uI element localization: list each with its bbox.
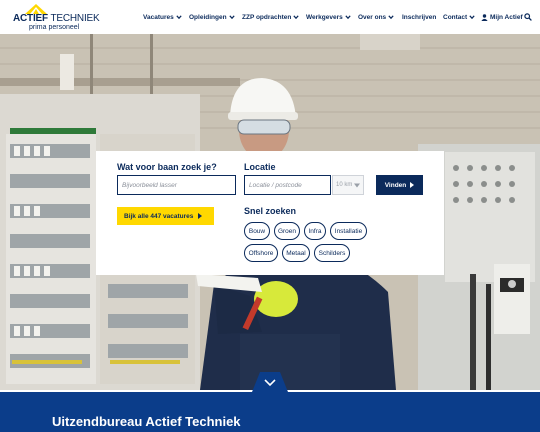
nav-item-zzp-opdrachten[interactable]: ZZP opdrachten <box>242 12 300 22</box>
find-button-label: Vinden <box>384 181 407 189</box>
quick-tag-offshore[interactable]: Offshore <box>244 244 278 262</box>
arrow-right-icon <box>410 182 415 188</box>
quick-tag-metaal[interactable]: Metaal <box>282 244 310 262</box>
arrow-right-icon <box>198 213 203 219</box>
location-input[interactable] <box>244 175 331 195</box>
header-search-button[interactable] <box>524 12 532 22</box>
site-header: ACTIEF TECHNIEK prima personeel Vacature… <box>0 0 540 34</box>
nav-item-over-ons[interactable]: Over ons <box>358 12 394 22</box>
quick-tag-installatie[interactable]: Installatie <box>330 222 367 240</box>
chevron-down-icon <box>176 14 182 20</box>
quick-tag-bouw[interactable]: Bouw <box>244 222 270 240</box>
logo[interactable]: ACTIEF TECHNIEK prima personeel <box>13 4 100 31</box>
radius-select[interactable]: 10 km <box>332 175 364 195</box>
nav-account-link[interactable]: Mijn Actief <box>481 12 523 22</box>
intro-banner: Uitzendbureau Actief Techniek <box>0 392 540 432</box>
nav-item-inschrijven[interactable]: Inschrijven <box>402 12 436 22</box>
location-heading: Locatie <box>244 162 276 172</box>
chevron-down-icon <box>354 183 361 187</box>
user-icon <box>481 13 488 21</box>
job-search-input[interactable] <box>117 175 236 195</box>
job-search-heading: Wat voor baan zoek je? <box>117 162 217 172</box>
chevron-down-icon <box>388 14 394 20</box>
logo-tagline: prima personeel <box>29 24 80 31</box>
hero-section: Wat voor baan zoek je? Locatie 10 km Vin… <box>0 34 540 390</box>
search-icon <box>524 13 532 21</box>
chevron-down-icon <box>345 14 351 20</box>
quick-tag-schilders[interactable]: Schilders <box>314 244 350 262</box>
logo-wordmark: ACTIEF TECHNIEK <box>13 13 100 24</box>
quick-search-heading: Snel zoeken <box>244 206 297 216</box>
quick-tag-groen[interactable]: Groen <box>274 222 300 240</box>
scroll-down-button[interactable] <box>252 372 288 392</box>
chevron-down-icon <box>228 14 235 20</box>
view-all-jobs-label: Bijk alle 447 vacatures <box>124 212 194 220</box>
nav-item-opleidingen[interactable]: Opleidingen <box>189 12 235 22</box>
chevron-down-icon <box>293 14 300 20</box>
find-button[interactable]: Vinden <box>376 175 423 195</box>
view-all-jobs-button[interactable]: Bijk alle 447 vacatures <box>117 207 214 225</box>
nav-item-vacatures[interactable]: Vacatures <box>143 12 182 22</box>
nav-item-werkgevers[interactable]: Werkgevers <box>306 12 351 22</box>
chevron-down-icon <box>469 14 475 20</box>
search-panel: Wat voor baan zoek je? Locatie 10 km Vin… <box>96 151 444 275</box>
radius-value: 10 km <box>336 182 353 188</box>
nav-item-contact[interactable]: Contact <box>443 12 475 22</box>
banner-title: Uitzendbureau Actief Techniek <box>52 414 241 429</box>
quick-tag-infra[interactable]: Infra <box>304 222 326 240</box>
